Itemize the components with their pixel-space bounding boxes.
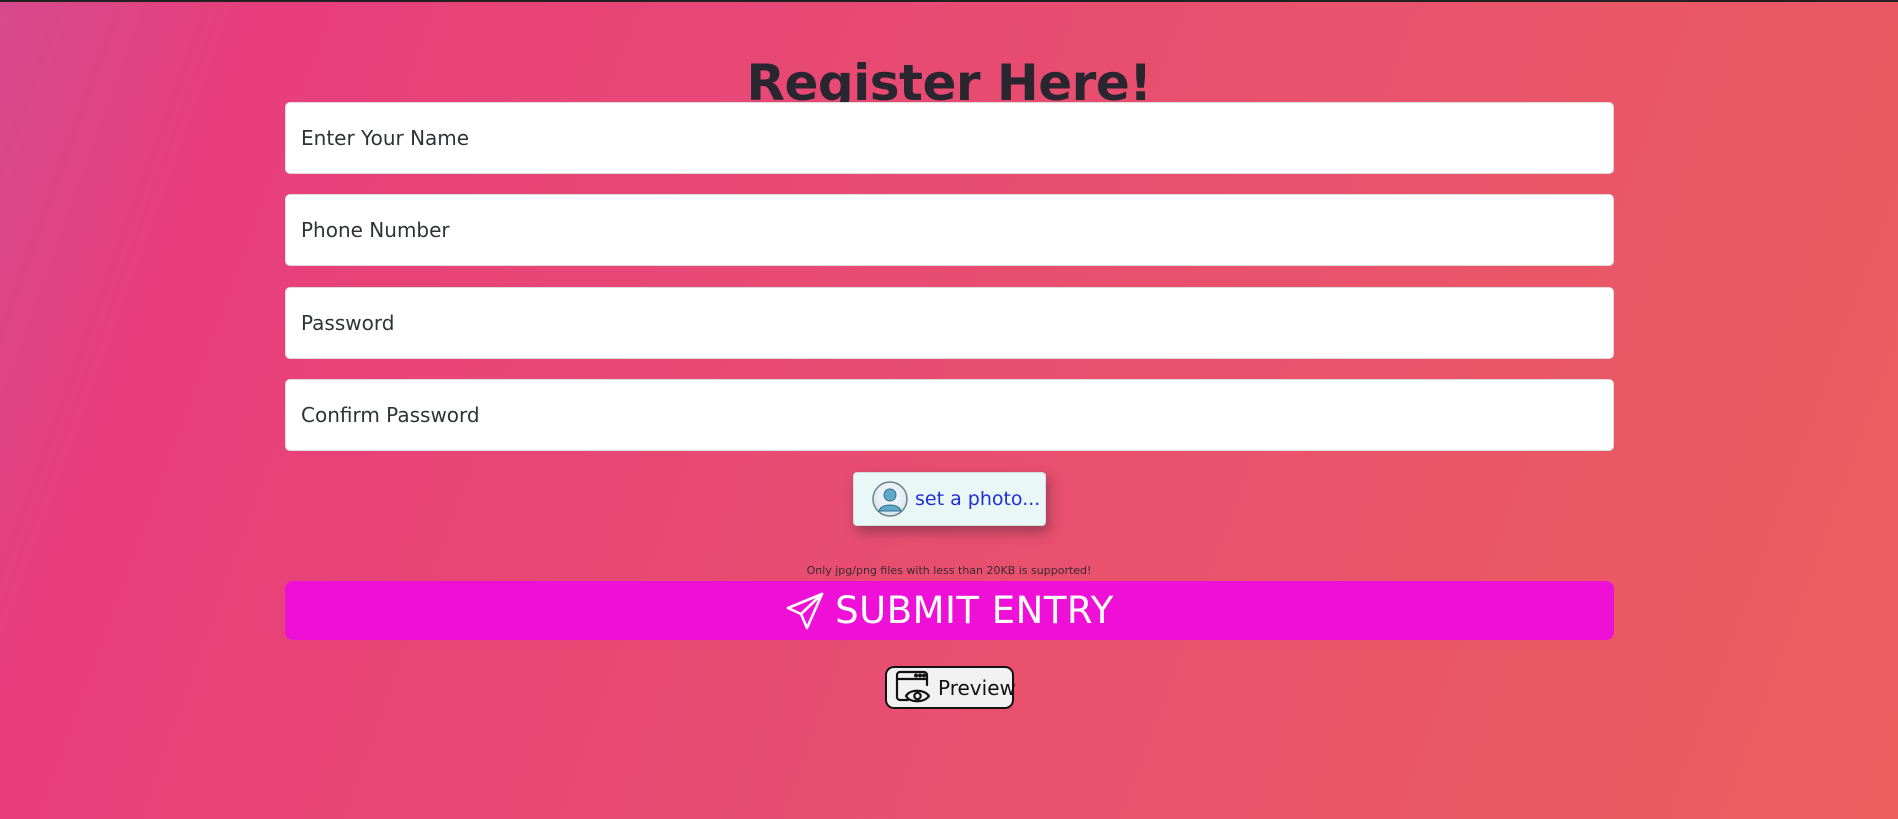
set-photo-label: set a photo... [915, 488, 1041, 510]
phone-input[interactable] [285, 194, 1614, 266]
photo-hint: Only jpg/png files with less than 20KB i… [806, 564, 1092, 577]
browser-eye-icon [894, 669, 932, 707]
confirm-password-input[interactable] [285, 379, 1614, 451]
set-photo-button[interactable]: set a photo... [853, 472, 1046, 526]
avatar-icon [872, 481, 908, 517]
preview-button[interactable]: Preview [885, 666, 1016, 709]
paper-plane-icon [785, 591, 825, 631]
submit-entry-label: SUBMIT ENTRY [835, 589, 1114, 632]
password-input[interactable] [285, 287, 1614, 359]
preview-label: Preview [938, 675, 1016, 700]
name-input[interactable] [285, 102, 1614, 174]
submit-entry-button[interactable]: SUBMIT ENTRY [285, 581, 1614, 640]
